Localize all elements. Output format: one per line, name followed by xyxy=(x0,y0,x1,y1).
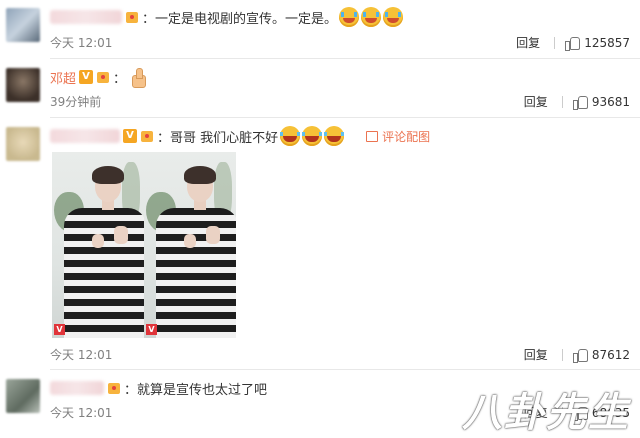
reply-button[interactable]: 回复 xyxy=(524,93,548,110)
laugh-cry-emoji-icon xyxy=(324,126,345,146)
comment-item: 邓超 V ： 39分钟前 回复 93681 xyxy=(0,58,640,116)
comment-text: 哥哥 我们心脏不好 xyxy=(170,130,279,146)
comment-text: 就算是宣传也太过了吧 xyxy=(137,382,268,398)
comment-time: 今天 12:01 xyxy=(50,348,113,362)
member-badge-icon[interactable] xyxy=(96,70,111,84)
photo-panel-right: V xyxy=(144,152,236,338)
reply-button[interactable]: 回复 xyxy=(524,346,548,363)
member-badge-icon[interactable] xyxy=(140,129,155,143)
avatar[interactable] xyxy=(6,8,40,42)
like-count[interactable]: 93681 xyxy=(592,95,630,109)
cry-emoji-icon xyxy=(383,7,404,27)
divider xyxy=(561,348,563,361)
comment-image[interactable]: V V xyxy=(52,152,236,338)
weibo-v-logo: V xyxy=(146,324,157,335)
username-blurred[interactable] xyxy=(50,381,104,395)
like-thumb-icon[interactable] xyxy=(572,348,588,363)
like-thumb-icon[interactable] xyxy=(572,95,588,110)
thumbs-up-emoji-icon xyxy=(129,67,149,88)
laugh-cry-emoji-icon xyxy=(302,126,323,146)
photo-panel-left: V xyxy=(52,152,144,338)
comment-actions: 回复 87612 xyxy=(524,346,630,363)
comment-item: ： 一定是电视剧的宣传。一定是。 今天 12:01 回复 125857 xyxy=(0,0,640,58)
comment-actions: 回复 125857 xyxy=(516,34,630,51)
divider xyxy=(554,36,556,49)
avatar[interactable] xyxy=(6,68,40,102)
comment-actions: 回复 93681 xyxy=(524,93,630,110)
username[interactable]: 邓超 xyxy=(50,68,76,87)
verified-badge-icon[interactable]: V xyxy=(79,70,94,84)
laugh-cry-emoji-icon xyxy=(280,126,301,146)
avatar[interactable] xyxy=(6,379,40,413)
comment-text: 一定是电视剧的宣传。一定是。 xyxy=(155,11,338,27)
reply-button[interactable]: 回复 xyxy=(516,34,540,51)
member-badge-icon[interactable] xyxy=(125,10,140,24)
username-blurred[interactable] xyxy=(50,129,120,143)
comment-time: 今天 12:01 xyxy=(50,406,113,420)
member-badge-icon[interactable] xyxy=(107,381,122,395)
cry-emoji-icon xyxy=(339,7,360,27)
picture-icon xyxy=(366,130,379,142)
cry-emoji-icon xyxy=(361,7,382,27)
watermark: 八卦先生 xyxy=(462,390,630,436)
like-thumb-icon[interactable] xyxy=(565,36,581,51)
avatar[interactable] xyxy=(6,127,40,161)
comment-picture-label: 评论配图 xyxy=(382,129,431,144)
username-blurred[interactable] xyxy=(50,10,122,24)
weibo-v-logo: V xyxy=(54,324,65,335)
divider xyxy=(561,95,563,108)
comment-picture-link[interactable]: 评论配图 xyxy=(366,128,430,145)
comment-time: 39分钟前 xyxy=(50,95,102,109)
verified-badge-icon[interactable]: V xyxy=(123,129,137,143)
comment-time: 今天 12:01 xyxy=(50,36,113,50)
like-count[interactable]: 125857 xyxy=(584,36,630,50)
like-count[interactable]: 87612 xyxy=(592,348,630,362)
